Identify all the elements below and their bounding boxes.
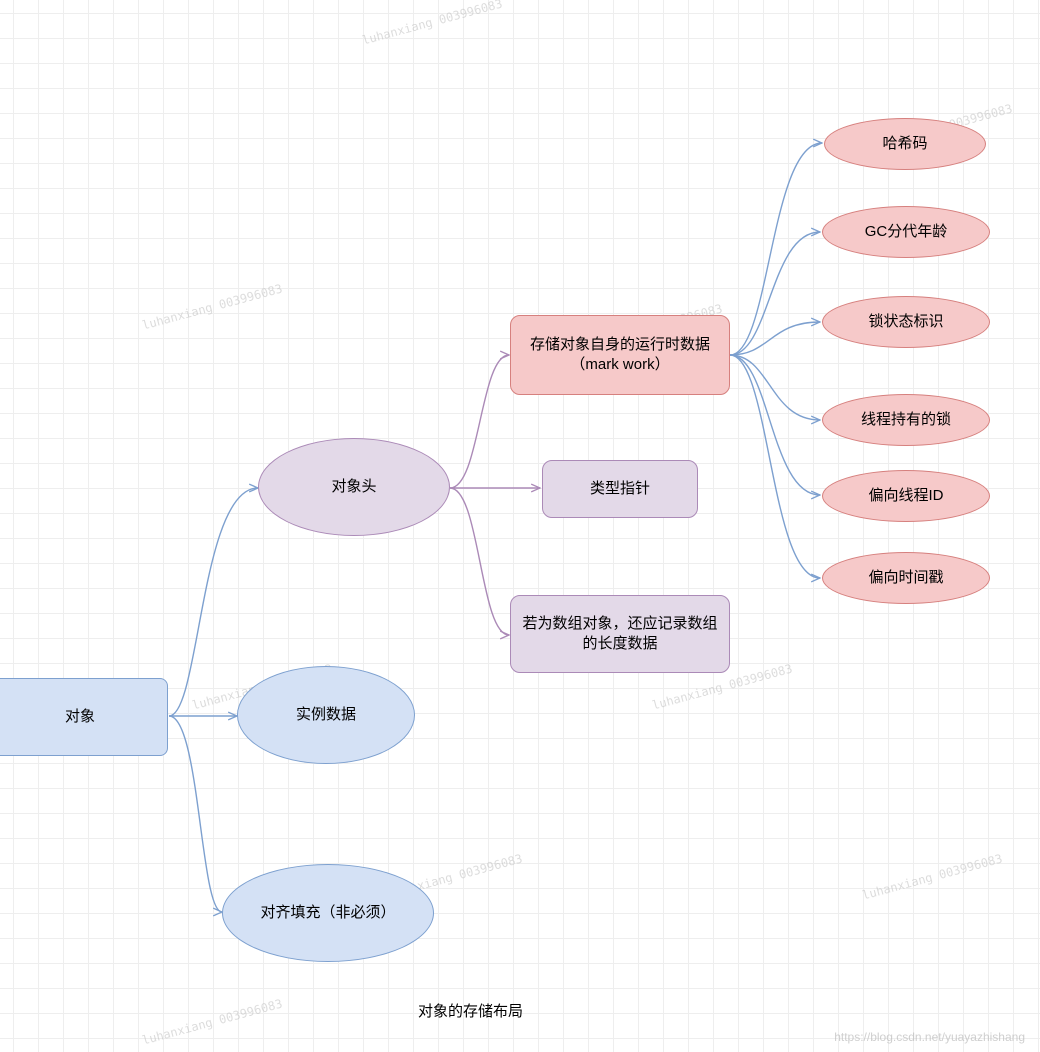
node-arraylen: 若为数组对象，还应记录数组的长度数据 [510,595,730,673]
node-typeptr-label: 类型指针 [590,479,650,499]
edge-markword-biasedid [730,355,820,495]
node-object: 对象 [0,678,168,756]
node-biasedts: 偏向时间戳 [822,552,990,604]
node-header: 对象头 [258,438,450,536]
node-biasedid: 偏向线程ID [822,470,990,522]
node-markword: 存储对象自身的运行时数据（mark work） [510,315,730,395]
edge-header-markword [450,355,509,488]
node-biasedts-label: 偏向时间戳 [868,568,943,588]
edge-header-arraylen [450,488,509,635]
node-markword-label: 存储对象自身的运行时数据（mark work） [521,335,719,376]
node-instance: 实例数据 [237,666,415,764]
node-hashcode-label: 哈希码 [882,134,927,154]
edge-object-padding [169,716,222,912]
node-biasedid-label: 偏向线程ID [868,486,943,506]
node-arraylen-label: 若为数组对象，还应记录数组的长度数据 [521,614,719,655]
node-padding: 对齐填充（非必须） [222,864,434,962]
diagram-caption: 对象的存储布局 [418,1000,523,1021]
node-object-label: 对象 [65,707,95,727]
node-instance-label: 实例数据 [296,705,356,725]
node-lockflag-label: 锁状态标识 [868,312,943,332]
node-padding-label: 对齐填充（非必须） [260,903,395,923]
footer-watermark: https://blog.csdn.net/yuayazhishang [834,1030,1025,1044]
node-threadlock: 线程持有的锁 [822,394,990,446]
node-gcage: GC分代年龄 [822,206,990,258]
node-gcage-label: GC分代年龄 [865,222,948,242]
node-hashcode: 哈希码 [824,118,986,170]
node-threadlock-label: 线程持有的锁 [861,410,951,430]
node-typeptr: 类型指针 [542,460,698,518]
node-header-label: 对象头 [331,477,376,497]
edge-markword-biasedts [730,355,820,578]
node-lockflag: 锁状态标识 [822,296,990,348]
edge-object-header [169,488,258,716]
